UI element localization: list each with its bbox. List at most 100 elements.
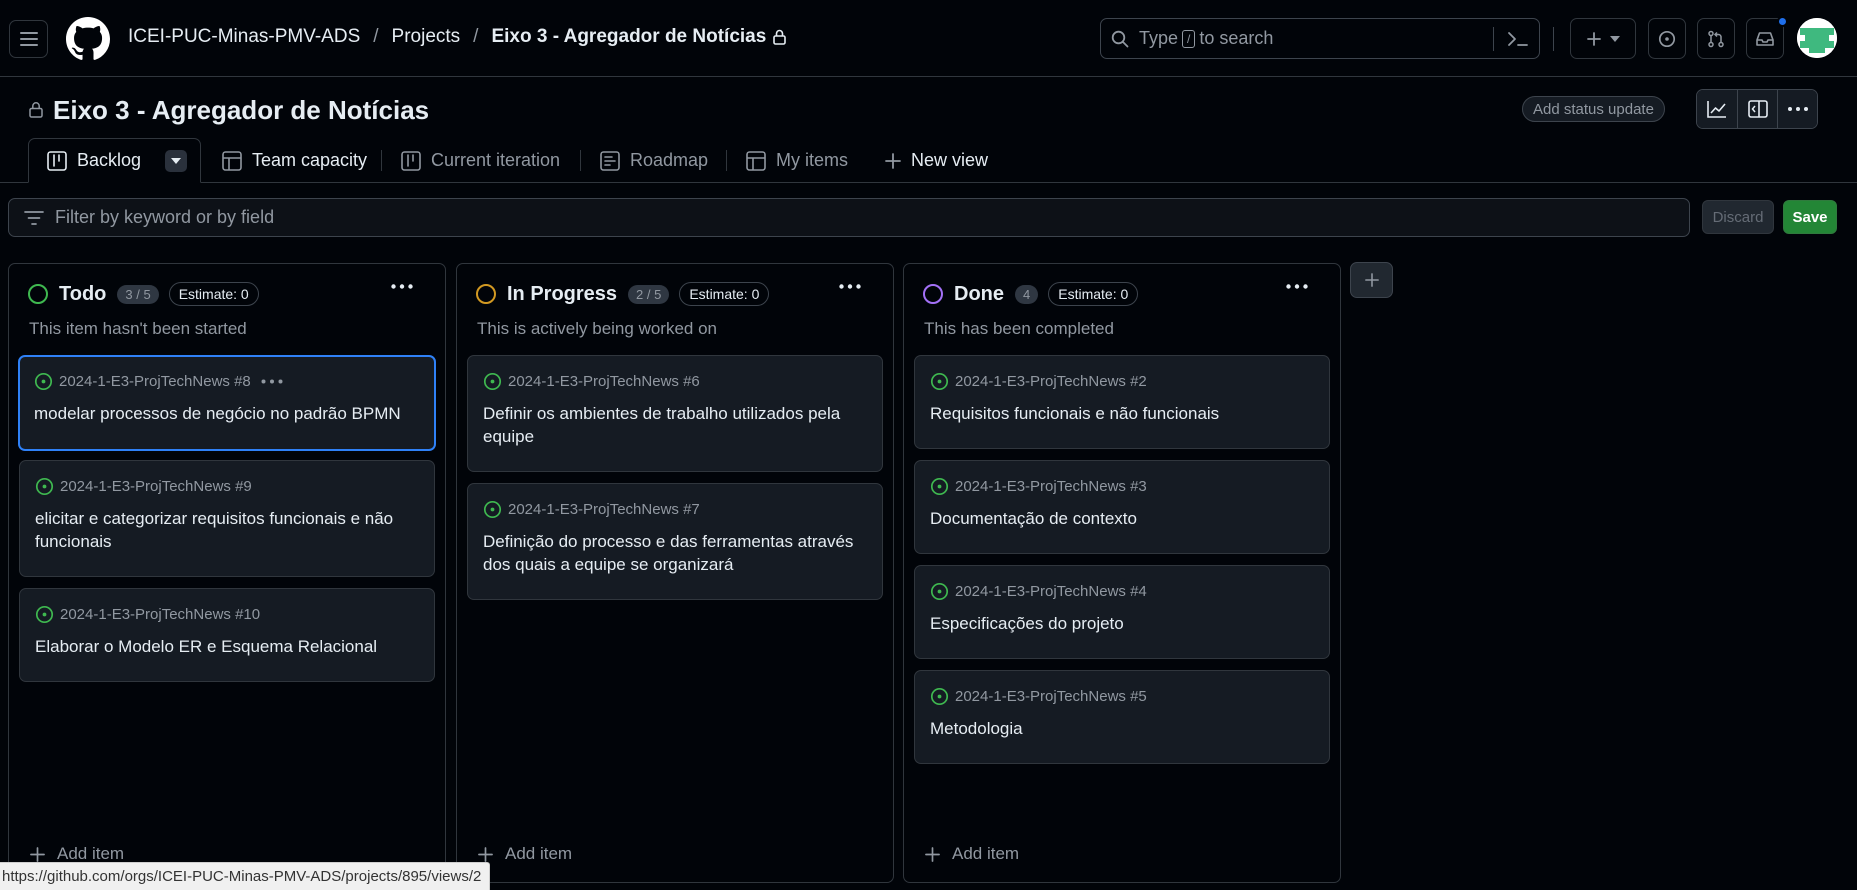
- lock-icon: [773, 29, 787, 45]
- insights-button[interactable]: [1697, 90, 1737, 128]
- issue-card[interactable]: 2024-1-E3-ProjTechNews #4 Especificações…: [914, 565, 1330, 659]
- chevron-down-icon: [1610, 35, 1620, 42]
- add-item-label: Add item: [57, 844, 125, 863]
- card-reference: 2024-1-E3-ProjTechNews #6: [483, 372, 700, 391]
- add-item-button[interactable]: Add item: [478, 844, 572, 864]
- issue-card[interactable]: 2024-1-E3-ProjTechNews #8 modelar proces…: [18, 355, 436, 451]
- status-in-progress-icon: [476, 284, 496, 304]
- card-title[interactable]: Elaborar o Modelo ER e Esquema Relaciona…: [35, 635, 425, 658]
- tab-new-view[interactable]: New view: [885, 138, 988, 183]
- issue-open-icon: [930, 687, 949, 706]
- issue-card[interactable]: 2024-1-E3-ProjTechNews #7 Definição do p…: [467, 483, 883, 600]
- column-header: Todo 3 / 5 Estimate: 0: [28, 281, 259, 307]
- filter-placeholder: Filter by keyword or by field: [55, 207, 275, 227]
- table-icon: [222, 150, 242, 171]
- column-estimate: Estimate: 0: [168, 282, 259, 306]
- tab-my-items[interactable]: My items: [746, 138, 848, 183]
- card-title[interactable]: Documentação de contexto: [930, 507, 1320, 530]
- tab-current-iteration[interactable]: Current iteration: [401, 138, 560, 183]
- tab-separator: [381, 150, 382, 171]
- project-more-options-button[interactable]: [1777, 90, 1817, 128]
- card-title[interactable]: modelar processos de negócio no padrão B…: [34, 402, 424, 425]
- plus-icon: [478, 846, 493, 862]
- card-title[interactable]: Especificações do projeto: [930, 612, 1320, 635]
- side-panel-icon: [1747, 100, 1768, 118]
- column-menu-icon[interactable]: [391, 284, 413, 289]
- add-item-label: Add item: [952, 844, 1020, 863]
- view-options-dropdown[interactable]: [165, 149, 188, 172]
- roadmap-icon: [600, 150, 620, 171]
- pull-requests-button[interactable]: [1697, 18, 1735, 59]
- column-description: This has been completed: [924, 319, 1114, 338]
- create-new-button[interactable]: [1570, 18, 1636, 59]
- card-ref-text[interactable]: 2024-1-E3-ProjTechNews #5: [955, 688, 1147, 705]
- tab-roadmap[interactable]: Roadmap: [600, 138, 708, 183]
- hamburger-menu-button[interactable]: [9, 20, 48, 58]
- save-button[interactable]: Save: [1783, 200, 1837, 234]
- card-title[interactable]: elicitar e categorizar requisitos funcio…: [35, 507, 425, 553]
- breadcrumb-org-link[interactable]: ICEI-PUC-Minas-PMV-ADS: [128, 26, 360, 48]
- card-ref-text[interactable]: 2024-1-E3-ProjTechNews #8: [59, 373, 251, 390]
- issues-button[interactable]: [1648, 18, 1686, 59]
- search-placeholder-end: to search: [1199, 28, 1274, 48]
- search-input[interactable]: Type / to search: [1100, 18, 1540, 59]
- column-counter: 4: [1015, 284, 1039, 304]
- card-ref-text[interactable]: 2024-1-E3-ProjTechNews #9: [60, 478, 252, 495]
- card-reference: 2024-1-E3-ProjTechNews #9: [35, 477, 252, 496]
- card-reference: 2024-1-E3-ProjTechNews #8: [34, 372, 283, 391]
- tab-backlog[interactable]: Backlog: [28, 138, 201, 183]
- issue-card[interactable]: 2024-1-E3-ProjTechNews #9 elicitar e cat…: [19, 460, 435, 577]
- issue-card[interactable]: 2024-1-E3-ProjTechNews #3 Documentação d…: [914, 460, 1330, 554]
- plus-icon: [30, 846, 45, 862]
- card-menu-icon[interactable]: [261, 379, 283, 384]
- column-description: This is actively being worked on: [477, 319, 718, 338]
- board-icon: [401, 150, 421, 171]
- card-title[interactable]: Definição do processo e das ferramentas …: [483, 530, 873, 576]
- table-icon: [746, 150, 766, 171]
- header-divider: [1553, 27, 1554, 51]
- board-icon: [47, 150, 67, 171]
- tab-separator: [726, 150, 727, 171]
- card-reference: 2024-1-E3-ProjTechNews #7: [483, 500, 700, 519]
- card-ref-text[interactable]: 2024-1-E3-ProjTechNews #4: [955, 583, 1147, 600]
- column-menu-icon[interactable]: [839, 284, 861, 289]
- column-header: Done 4 Estimate: 0: [923, 281, 1139, 307]
- avatar[interactable]: [1797, 18, 1837, 58]
- add-item-button[interactable]: Add item: [925, 844, 1019, 864]
- card-ref-text[interactable]: 2024-1-E3-ProjTechNews #3: [955, 478, 1147, 495]
- issue-card[interactable]: 2024-1-E3-ProjTechNews #5 Metodologia: [914, 670, 1330, 764]
- tab-label: Backlog: [77, 150, 142, 170]
- board-column-done: Done 4 Estimate: 0 This has been complet…: [903, 263, 1341, 883]
- card-title[interactable]: Requisitos funcionais e não funcionais: [930, 402, 1320, 425]
- column-menu-icon[interactable]: [1286, 284, 1308, 289]
- add-item-button[interactable]: Add item: [30, 844, 124, 864]
- issue-open-icon: [483, 372, 502, 391]
- search-icon: [1111, 30, 1129, 47]
- breadcrumb-current-project[interactable]: Eixo 3 - Agregador de Notícias: [491, 26, 766, 48]
- github-logo-icon[interactable]: [66, 17, 110, 61]
- plus-icon: [1364, 273, 1379, 287]
- card-ref-text[interactable]: 2024-1-E3-ProjTechNews #7: [508, 501, 700, 518]
- card-title[interactable]: Definir os ambientes de trabalho utiliza…: [483, 402, 873, 448]
- issue-card[interactable]: 2024-1-E3-ProjTechNews #6 Definir os amb…: [467, 355, 883, 472]
- card-title[interactable]: Metodologia: [930, 717, 1320, 740]
- issue-card[interactable]: 2024-1-E3-ProjTechNews #2 Requisitos fun…: [914, 355, 1330, 449]
- tab-label: Roadmap: [630, 150, 709, 170]
- breadcrumb-projects-link[interactable]: Projects: [392, 26, 461, 48]
- card-reference: 2024-1-E3-ProjTechNews #2: [930, 372, 1147, 391]
- tab-team-capacity[interactable]: Team capacity: [222, 138, 367, 183]
- side-panel-button[interactable]: [1737, 90, 1777, 128]
- filter-input[interactable]: Filter by keyword or by field: [8, 198, 1690, 237]
- command-palette-icon[interactable]: [1507, 29, 1529, 49]
- card-ref-text[interactable]: 2024-1-E3-ProjTechNews #2: [955, 373, 1147, 390]
- card-reference: 2024-1-E3-ProjTechNews #10: [35, 605, 260, 624]
- issue-card[interactable]: 2024-1-E3-ProjTechNews #10 Elaborar o Mo…: [19, 588, 435, 682]
- card-ref-text[interactable]: 2024-1-E3-ProjTechNews #10: [60, 606, 260, 623]
- add-column-button[interactable]: [1350, 262, 1393, 298]
- pull-request-icon: [1708, 30, 1724, 47]
- hamburger-menu-icon: [19, 32, 38, 46]
- discard-button[interactable]: Discard: [1702, 200, 1774, 234]
- global-header: ICEI-PUC-Minas-PMV-ADS / Projects / Eixo…: [0, 0, 1857, 77]
- card-ref-text[interactable]: 2024-1-E3-ProjTechNews #6: [508, 373, 700, 390]
- add-status-update-button[interactable]: Add status update: [1522, 96, 1665, 122]
